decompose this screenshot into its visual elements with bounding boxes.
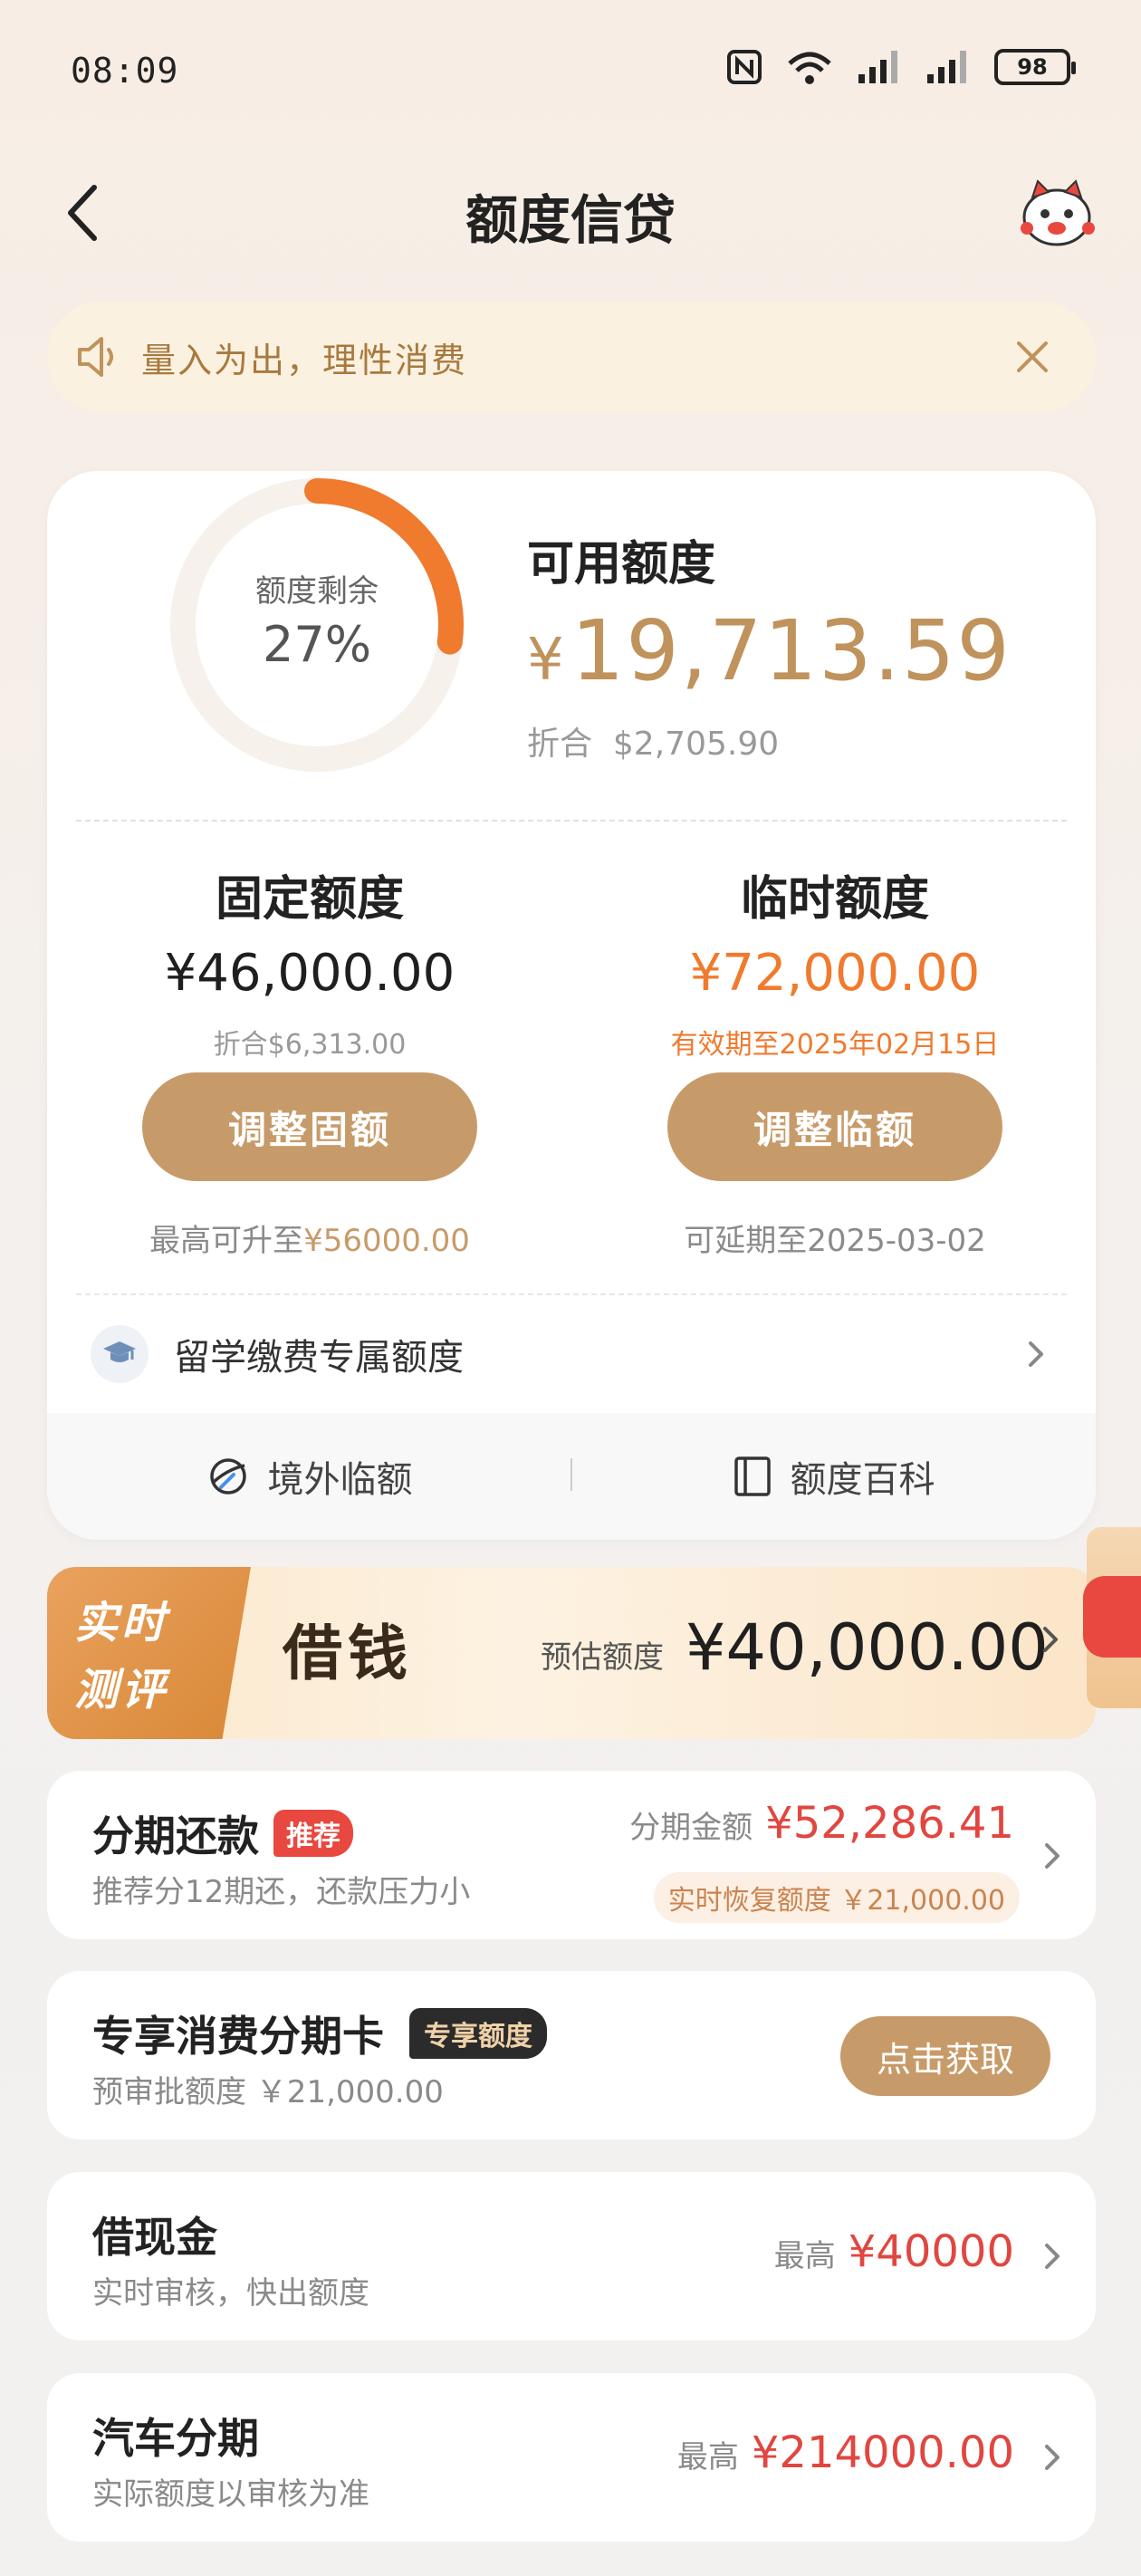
estimate-label: 预估额度	[541, 1639, 664, 1676]
divider	[76, 1293, 1067, 1295]
car-sub: 实际额度以审核为准	[92, 2476, 369, 2513]
installment-title-row: 分期还款 推荐	[92, 1803, 353, 1863]
book-icon	[734, 1456, 771, 1496]
battery-level: 98	[1017, 54, 1048, 80]
cash-sub: 实时审核，快出额度	[92, 2275, 369, 2312]
equiv-amount: $2,705.90	[612, 726, 780, 763]
adjust-fixed-button[interactable]: 调整固额	[142, 1072, 477, 1181]
installment-sub: 推荐分12期还，还款压力小	[92, 1874, 471, 1910]
borrow-money-banner[interactable]: 实时 测评 借钱 预估额度 ¥40,000.00	[47, 1567, 1096, 1739]
car-title: 汽车分期	[92, 2414, 259, 2463]
signal-icon	[927, 51, 966, 83]
battery-icon: 98	[994, 49, 1076, 85]
fixed-note-prefix: 最高可升至	[149, 1223, 304, 1259]
fixed-limit-equiv: 折合$6,313.00	[213, 1029, 407, 1061]
installment-repay-card[interactable]: 分期还款 推荐 推荐分12期还，还款压力小 分期金额 ¥52,286.41 实时…	[47, 1771, 1096, 1939]
borrow-title: 借钱	[283, 1618, 413, 1688]
status-time: 08:09	[71, 51, 179, 91]
study-abroad-limit-row[interactable]: 留学缴费专属额度	[47, 1304, 1096, 1404]
consume-title-row: 专享消费分期卡 专享额度	[92, 2004, 547, 2063]
limit-wiki-link[interactable]: 额度百科	[571, 1450, 1096, 1503]
fixed-limit-amount: ¥46,000.00	[164, 944, 455, 1003]
chevron-right-icon	[1045, 2244, 1060, 2269]
overseas-temp-limit-link[interactable]: 境外临额	[47, 1450, 571, 1503]
side-promo-red-envelope[interactable]	[1083, 1576, 1141, 1658]
fixed-limit-note: 最高可升至¥56000.00	[47, 1216, 572, 1260]
notice-close-button[interactable]	[1005, 330, 1060, 384]
cash-max-amount: ¥40000	[848, 2226, 1014, 2277]
mascot-icon[interactable]	[1016, 178, 1098, 250]
temp-limit-title: 临时额度	[740, 872, 929, 927]
get-now-button[interactable]: 点击获取	[840, 2016, 1050, 2096]
notice-text: 量入为出，理性消费	[141, 340, 468, 380]
consume-title: 专享消费分期卡	[92, 2012, 384, 2061]
cash-max-row: 最高 ¥40000	[774, 2226, 1014, 2277]
car-max-row: 最高 ¥214000.00	[677, 2427, 1014, 2478]
status-icons: 98	[726, 47, 1076, 87]
installment-amount-label: 分期金额	[629, 1810, 753, 1846]
installment-title: 分期还款	[92, 1812, 259, 1860]
estimate-amount: ¥40,000.00	[686, 1610, 1049, 1685]
chevron-right-icon	[1045, 2445, 1060, 2470]
signal-icon	[858, 51, 897, 83]
notice-bar: 量入为出，理性消费	[47, 302, 1096, 412]
car-max-amount: ¥214000.00	[751, 2427, 1014, 2478]
temp-limit-validity: 有效期至2025年02月15日	[670, 1029, 1000, 1061]
chevron-right-icon	[1029, 1341, 1043, 1367]
temp-limit-amount: ¥72,000.00	[689, 944, 981, 1003]
equiv-label: 折合	[527, 726, 593, 763]
temp-limit-note: 可延期至2025-03-02	[684, 1223, 986, 1259]
exclusive-limit-tag: 专享额度	[409, 2008, 547, 2059]
close-icon	[1017, 341, 1048, 372]
chevron-right-icon	[1045, 1843, 1060, 1869]
available-amount: ¥19,713.59	[527, 602, 1012, 699]
fixed-limit-title: 固定额度	[215, 872, 404, 927]
borrow-cash-card[interactable]: 借现金 实时审核，快出额度 最高 ¥40000	[47, 2172, 1096, 2341]
recommend-tag: 推荐	[273, 1810, 353, 1857]
graduation-cap-icon	[91, 1325, 149, 1383]
available-value: 19,713.59	[570, 602, 1012, 699]
nfc-icon	[727, 50, 762, 84]
speaker-icon	[78, 337, 113, 377]
installment-amount-row: 分期金额 ¥52,286.41	[629, 1798, 1014, 1849]
badge-line-1: 实时	[74, 1598, 169, 1648]
divider	[76, 820, 1067, 822]
fixed-note-value: ¥56000.00	[303, 1223, 470, 1259]
consume-installment-card[interactable]: 专享消费分期卡 专享额度 预审批额度 ￥21,000.00 点击获取	[47, 1971, 1096, 2139]
currency-symbol: ¥	[527, 627, 566, 694]
badge-line-2: 测评	[74, 1665, 169, 1716]
study-abroad-label: 留学缴费专属额度	[174, 1337, 464, 1379]
cash-title: 借现金	[92, 2213, 217, 2262]
car-installment-card[interactable]: 汽车分期 实际额度以审核为准 最高 ¥214000.00	[47, 2373, 1096, 2542]
ring-percent: 27%	[262, 616, 372, 673]
available-equiv: 折合 $2,705.90	[527, 717, 779, 764]
ring-label: 额度剩余	[255, 573, 379, 610]
consume-sub: 预审批额度 ￥21,000.00	[92, 2074, 444, 2110]
restore-limit-pill: 实时恢复额度 ￥21,000.00	[653, 1872, 1020, 1923]
limit-wiki-label: 额度百科	[790, 1459, 935, 1501]
overseas-temp-limit-label: 境外临额	[267, 1459, 413, 1501]
globe-icon	[209, 1458, 246, 1495]
adjust-temp-button[interactable]: 调整临额	[667, 1072, 1002, 1181]
available-label: 可用额度	[527, 537, 716, 591]
limit-tools-strip: 境外临额 额度百科	[47, 1413, 1096, 1540]
strip-separator	[570, 1458, 572, 1491]
wifi-icon	[788, 52, 831, 84]
car-max-label: 最高	[676, 2439, 739, 2475]
cash-max-label: 最高	[773, 2238, 836, 2274]
chevron-right-icon	[1043, 1627, 1058, 1652]
installment-amount: ¥52,286.41	[765, 1798, 1014, 1849]
page-title: 额度信贷	[465, 189, 676, 251]
